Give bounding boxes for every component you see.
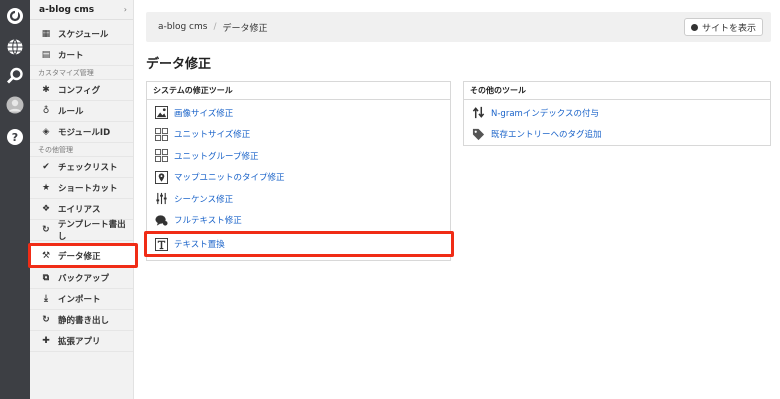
tool-link[interactable]: ユニットグループ修正 — [174, 150, 259, 162]
import-icon: ⤓ — [44, 294, 48, 304]
sidebar-item-label: スケジュール — [58, 30, 109, 40]
sort-arrows-icon — [471, 106, 485, 120]
sliders-icon — [154, 192, 168, 206]
map-pin-icon — [154, 170, 168, 184]
rule-icon: ♁ — [42, 106, 50, 116]
sidebar-item-schedule[interactable]: ▦ スケジュール — [30, 24, 133, 45]
sidebar-item-alias[interactable]: ❖ エイリアス — [30, 199, 133, 220]
user-avatar-icon[interactable] — [5, 95, 25, 115]
search-icon[interactable] — [5, 66, 25, 86]
tool-link[interactable]: フルテキスト修正 — [174, 214, 242, 226]
gear-icon: ✱ — [42, 85, 50, 95]
sidebar-item-label: モジュールID — [58, 128, 111, 138]
logo-icon[interactable] — [5, 6, 25, 26]
tool-fulltext[interactable]: フルテキスト修正 — [147, 210, 450, 232]
alias-icon: ❖ — [41, 204, 51, 214]
grid-icon — [154, 149, 168, 163]
backup-icon: ⧉ — [42, 273, 50, 283]
breadcrumb-home[interactable]: a-blog cms — [158, 22, 207, 32]
tool-sequence[interactable]: シーケンス修正 — [147, 188, 450, 210]
breadcrumb-separator: / — [213, 22, 217, 32]
globe-icon[interactable] — [5, 37, 25, 57]
tag-icon — [471, 127, 485, 141]
tool-link[interactable]: マップユニットのタイプ修正 — [174, 171, 285, 183]
sidebar-site-header[interactable]: a-blog cms › — [30, 0, 133, 20]
panel-heading: システムの修正ツール — [147, 82, 450, 100]
sidebar-item-rule[interactable]: ♁ ルール — [30, 101, 133, 122]
sidebar-item-static-export[interactable]: ↻ 静的書き出し — [30, 310, 133, 331]
sidebar: a-blog cms › ▦ スケジュール ▤ カート カスタマイズ管理 ✱ コ… — [28, 0, 138, 399]
tool-link[interactable]: ユニットサイズ修正 — [174, 128, 250, 140]
sidebar-item-label: エイリアス — [58, 205, 101, 215]
sidebar-item-cart[interactable]: ▤ カート — [30, 45, 133, 66]
cart-icon: ▤ — [41, 50, 51, 60]
view-site-label: サイトを表示 — [701, 23, 756, 34]
sidebar-item-backup[interactable]: ⧉ バックアップ — [30, 268, 133, 289]
sidebar-section-customize: カスタマイズ管理 — [30, 66, 133, 80]
system-tools-panel: システムの修正ツール 画像サイズ修正 ユニットサイズ修正 ユニットグループ修正 — [144, 81, 454, 261]
tool-map-unit-type[interactable]: マップユニットのタイプ修正 — [147, 167, 450, 189]
sidebar-item-label: コンフィグ — [58, 86, 101, 96]
puzzle-icon: ✚ — [42, 336, 50, 346]
sidebar-item-label: チェックリスト — [58, 163, 118, 173]
chevron-right-icon: › — [123, 5, 127, 14]
main-content: a-blog cms / データ修正 サイトを表示 データ修正 システムの修正ツ… — [134, 0, 780, 399]
text-icon — [154, 237, 168, 251]
sidebar-item-config[interactable]: ✱ コンフィグ — [30, 80, 133, 101]
sidebar-section-other: その他管理 — [30, 143, 133, 157]
tool-link[interactable]: 画像サイズ修正 — [174, 107, 233, 119]
site-name: a-blog cms — [39, 4, 95, 15]
globe-icon — [690, 23, 698, 31]
tool-text-replace[interactable]: テキスト置換 — [144, 231, 454, 257]
sidebar-item-label: カート — [58, 51, 84, 61]
sidebar-item-label: テンプレート書出し — [57, 220, 126, 242]
sidebar-item-checklist[interactable]: ✔ チェックリスト — [30, 157, 133, 178]
static-export-icon: ↻ — [42, 315, 50, 325]
grid-icon — [154, 127, 168, 141]
tool-add-tags[interactable]: 既存エントリーへのタグ追加 — [464, 124, 770, 146]
tool-ngram-index[interactable]: N-gramインデックスの付与 — [464, 102, 770, 124]
refresh-icon: ↻ — [42, 225, 50, 235]
tool-image-size[interactable]: 画像サイズ修正 — [147, 102, 450, 124]
sidebar-item-label: 拡張アプリ — [58, 337, 101, 347]
breadcrumb-current: データ修正 — [222, 23, 268, 34]
icon-rail: ? — [0, 0, 30, 399]
check-icon: ✔ — [42, 162, 50, 172]
tool-link[interactable]: 既存エントリーへのタグ追加 — [491, 128, 602, 140]
sidebar-item-label: バックアップ — [58, 274, 110, 284]
sidebar-item-label: データ修正 — [58, 251, 101, 262]
star-icon: ★ — [41, 183, 51, 193]
sidebar-item-label: ショートカット — [58, 184, 118, 194]
sidebar-item-data-fix[interactable]: ⚒ データ修正 — [28, 243, 138, 268]
sidebar-item-template-export[interactable]: ↻ テンプレート書出し — [30, 220, 133, 242]
tool-link[interactable]: テキスト置換 — [174, 238, 225, 250]
wrench-icon: ⚒ — [41, 250, 51, 261]
speech-bubble-icon — [154, 213, 168, 227]
module-icon: ◈ — [42, 127, 50, 137]
sidebar-item-extensions[interactable]: ✚ 拡張アプリ — [30, 331, 133, 352]
svg-text:?: ? — [12, 131, 18, 144]
breadcrumb: a-blog cms / データ修正 サイトを表示 — [146, 12, 771, 42]
sidebar-item-shortcut[interactable]: ★ ショートカット — [30, 178, 133, 199]
other-tools-panel: その他のツール N-gramインデックスの付与 既存エントリーへのタグ追加 — [463, 81, 771, 146]
sidebar-item-label: ルール — [58, 107, 84, 117]
sidebar-item-import[interactable]: ⤓ インポート — [30, 289, 133, 310]
calendar-icon: ▦ — [41, 29, 51, 39]
tool-link[interactable]: シーケンス修正 — [174, 193, 233, 205]
view-site-button[interactable]: サイトを表示 — [683, 18, 763, 36]
page-title: データ修正 — [146, 57, 212, 72]
tool-link[interactable]: N-gramインデックスの付与 — [491, 107, 599, 119]
tool-unit-size[interactable]: ユニットサイズ修正 — [147, 124, 450, 146]
sidebar-item-label: インポート — [58, 295, 101, 305]
tool-unit-group[interactable]: ユニットグループ修正 — [147, 145, 450, 167]
sidebar-item-label: 静的書き出し — [58, 316, 110, 326]
panel-heading: その他のツール — [464, 82, 770, 100]
sidebar-item-module-id[interactable]: ◈ モジュールID — [30, 122, 133, 143]
help-icon[interactable]: ? — [5, 127, 25, 147]
image-icon — [154, 106, 168, 120]
